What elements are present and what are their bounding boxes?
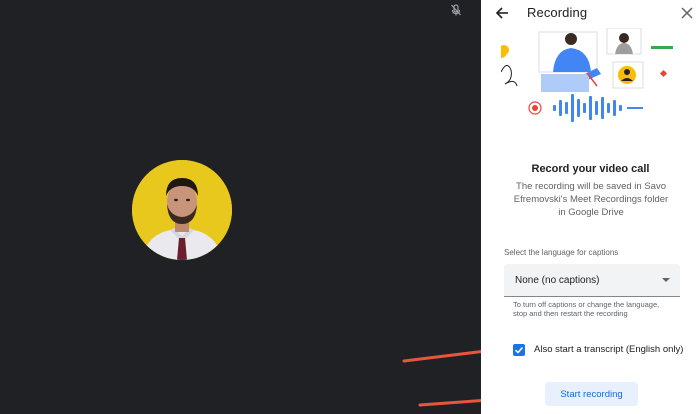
- mic-off-icon: [449, 3, 463, 17]
- arrow-back-icon[interactable]: [494, 5, 510, 21]
- caption-language-select[interactable]: None (no captions): [504, 264, 680, 297]
- recording-description: The recording will be saved in Savo Efre…: [513, 181, 669, 218]
- caption-language-value: None (no captions): [515, 275, 600, 286]
- caption-language-hint: To turn off captions or change the langu…: [513, 300, 660, 318]
- panel-header: Recording: [481, 0, 700, 26]
- dropdown-arrow-icon: [662, 278, 670, 282]
- recording-illustration: [499, 27, 681, 123]
- transcript-option[interactable]: Also start a transcript (English only): [513, 343, 693, 357]
- caption-language-label: Select the language for captions: [504, 248, 619, 257]
- recording-panel: Recording Record your video call The rec…: [481, 0, 700, 414]
- transcript-label: Also start a transcript (English only): [534, 344, 684, 355]
- video-area: [0, 0, 481, 414]
- panel-title: Recording: [527, 5, 588, 20]
- start-recording-button[interactable]: Start recording: [545, 382, 638, 406]
- panel-heading: Record your video call: [531, 163, 650, 175]
- transcript-checkbox[interactable]: [513, 344, 525, 356]
- participant-avatar: [132, 160, 232, 260]
- close-icon[interactable]: [680, 6, 694, 20]
